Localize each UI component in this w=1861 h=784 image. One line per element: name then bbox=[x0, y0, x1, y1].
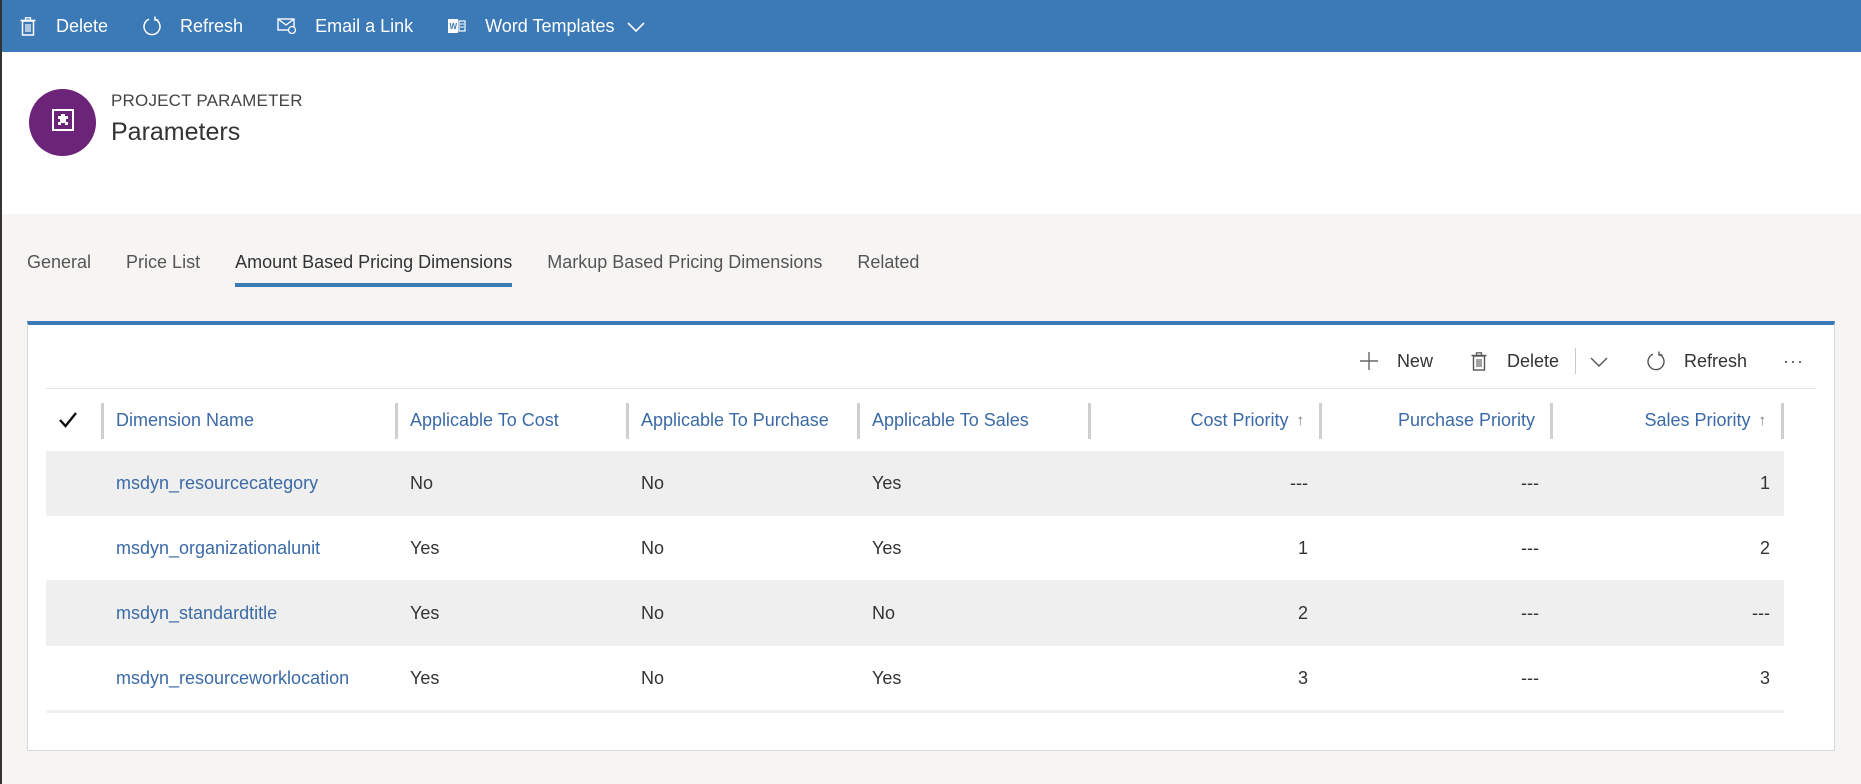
new-label: New bbox=[1396, 350, 1433, 371]
refresh-icon bbox=[142, 16, 162, 36]
applicable-to-cost-cell: No bbox=[410, 472, 434, 493]
tab-amount-based-pricing-dimensions[interactable]: Amount Based Pricing Dimensions bbox=[235, 252, 513, 287]
column-header-applicable-to-sales[interactable]: Applicable To Sales bbox=[860, 389, 1091, 451]
trash-icon bbox=[1469, 351, 1489, 371]
refresh-icon bbox=[1646, 351, 1666, 371]
word-templates-label: Word Templates bbox=[485, 15, 615, 36]
applicable-to-sales-cell: Yes bbox=[872, 537, 902, 558]
subgrid-refresh-button[interactable]: Refresh bbox=[1646, 351, 1747, 372]
applicable-to-cost-cell: Yes bbox=[410, 602, 440, 623]
dimension-name-link[interactable]: msdyn_organizationalunit bbox=[104, 538, 398, 559]
applicable-to-cost-cell: Yes bbox=[410, 667, 440, 688]
subgrid-delete-button[interactable]: Delete bbox=[1469, 351, 1559, 372]
purchase-priority-cell: --- bbox=[1521, 537, 1539, 558]
table-row[interactable]: msdyn_resourcecategory No No Yes --- ---… bbox=[46, 451, 1784, 516]
column-header-applicable-to-cost[interactable]: Applicable To Cost bbox=[398, 389, 629, 451]
refresh-button[interactable]: Refresh bbox=[142, 16, 243, 37]
entity-avatar bbox=[29, 89, 96, 156]
plus-icon bbox=[1359, 351, 1379, 371]
sales-priority-cell: --- bbox=[1752, 602, 1770, 623]
chevron-down-icon bbox=[1590, 351, 1608, 372]
email-link-button[interactable]: Email a Link bbox=[277, 16, 413, 37]
svg-text:W: W bbox=[450, 22, 458, 31]
applicable-to-sales-cell: No bbox=[872, 602, 896, 623]
applicable-to-sales-cell: Yes bbox=[872, 472, 902, 493]
email-link-icon bbox=[277, 16, 297, 36]
checkmark-icon bbox=[59, 412, 77, 428]
cost-priority-cell: 2 bbox=[1297, 602, 1308, 623]
cost-priority-cell: 1 bbox=[1297, 537, 1308, 558]
tab-related[interactable]: Related bbox=[857, 252, 919, 287]
delete-button[interactable]: Delete bbox=[18, 16, 108, 37]
grid-footer-divider bbox=[46, 711, 1784, 713]
applicable-to-purchase-cell: No bbox=[641, 537, 665, 558]
applicable-to-sales-cell: Yes bbox=[872, 667, 902, 688]
new-button[interactable]: New bbox=[1359, 351, 1433, 372]
column-header-purchase-priority[interactable]: Purchase Priority bbox=[1322, 389, 1553, 451]
word-icon: W bbox=[447, 16, 467, 36]
column-header-cost-priority[interactable]: Cost Priority ↑ bbox=[1091, 389, 1322, 451]
applicable-to-purchase-cell: No bbox=[641, 602, 665, 623]
subgrid-refresh-label: Refresh bbox=[1683, 350, 1748, 371]
tab-markup-based-pricing-dimensions[interactable]: Markup Based Pricing Dimensions bbox=[547, 252, 822, 287]
select-all-checkbox[interactable] bbox=[46, 389, 104, 451]
data-grid: Dimension Name Applicable To Cost Applic… bbox=[46, 389, 1784, 713]
sales-priority-cell: 1 bbox=[1759, 472, 1770, 493]
sort-ascending-icon: ↑ bbox=[1758, 411, 1767, 429]
pricing-dimensions-subgrid: New Delete Refresh ··· Dimension Name Ap… bbox=[27, 321, 1835, 751]
purchase-priority-cell: --- bbox=[1521, 667, 1539, 688]
table-row[interactable]: msdyn_organizationalunit Yes No Yes 1 --… bbox=[46, 516, 1784, 581]
email-link-label: Email a Link bbox=[315, 15, 414, 36]
delete-label: Delete bbox=[56, 15, 109, 36]
purchase-priority-cell: --- bbox=[1521, 602, 1539, 623]
purchase-priority-cell: --- bbox=[1521, 472, 1539, 493]
cost-priority-cell: --- bbox=[1290, 472, 1308, 493]
column-header-dimension-name[interactable]: Dimension Name bbox=[104, 389, 398, 451]
table-row[interactable]: msdyn_resourceworklocation Yes No Yes 3 … bbox=[46, 646, 1784, 711]
command-separator bbox=[1574, 348, 1576, 374]
sales-priority-cell: 2 bbox=[1759, 537, 1770, 558]
command-bar: Delete Refresh Email a Link W Word Templ… bbox=[0, 0, 1861, 52]
applicable-to-purchase-cell: No bbox=[641, 472, 665, 493]
dimension-name-link[interactable]: msdyn_resourceworklocation bbox=[104, 668, 398, 689]
sales-priority-cell: 3 bbox=[1759, 667, 1770, 688]
form-tabs: General Price List Amount Based Pricing … bbox=[27, 252, 954, 287]
refresh-label: Refresh bbox=[180, 15, 244, 36]
column-header-sales-priority[interactable]: Sales Priority ↑ bbox=[1553, 389, 1784, 451]
tab-general[interactable]: General bbox=[27, 252, 91, 287]
applicable-to-cost-cell: Yes bbox=[410, 537, 440, 558]
window-edge bbox=[0, 0, 2, 784]
more-options-button[interactable]: ··· bbox=[1783, 351, 1804, 372]
cost-priority-cell: 3 bbox=[1297, 667, 1308, 688]
trash-icon bbox=[18, 16, 38, 36]
subgrid-command-bar: New Delete Refresh ··· bbox=[1359, 348, 1804, 374]
dimension-name-link[interactable]: msdyn_standardtitle bbox=[104, 603, 398, 624]
more-commands-dropdown[interactable] bbox=[1590, 351, 1608, 372]
subgrid-delete-label: Delete bbox=[1506, 350, 1559, 371]
parameter-icon bbox=[51, 109, 74, 136]
applicable-to-purchase-cell: No bbox=[641, 667, 665, 688]
form-header bbox=[0, 52, 1861, 214]
record-title: Parameters bbox=[111, 118, 241, 146]
chevron-down-icon bbox=[626, 16, 645, 37]
tab-price-list[interactable]: Price List bbox=[126, 252, 200, 287]
dimension-name-link[interactable]: msdyn_resourcecategory bbox=[104, 473, 398, 494]
column-header-applicable-to-purchase[interactable]: Applicable To Purchase bbox=[629, 389, 860, 451]
table-row[interactable]: msdyn_standardtitle Yes No No 2 --- --- bbox=[46, 581, 1784, 646]
grid-header-row: Dimension Name Applicable To Cost Applic… bbox=[46, 389, 1784, 451]
entity-type-label: PROJECT PARAMETER bbox=[111, 91, 303, 110]
word-templates-button[interactable]: W Word Templates bbox=[447, 15, 645, 37]
sort-ascending-icon: ↑ bbox=[1296, 411, 1305, 429]
